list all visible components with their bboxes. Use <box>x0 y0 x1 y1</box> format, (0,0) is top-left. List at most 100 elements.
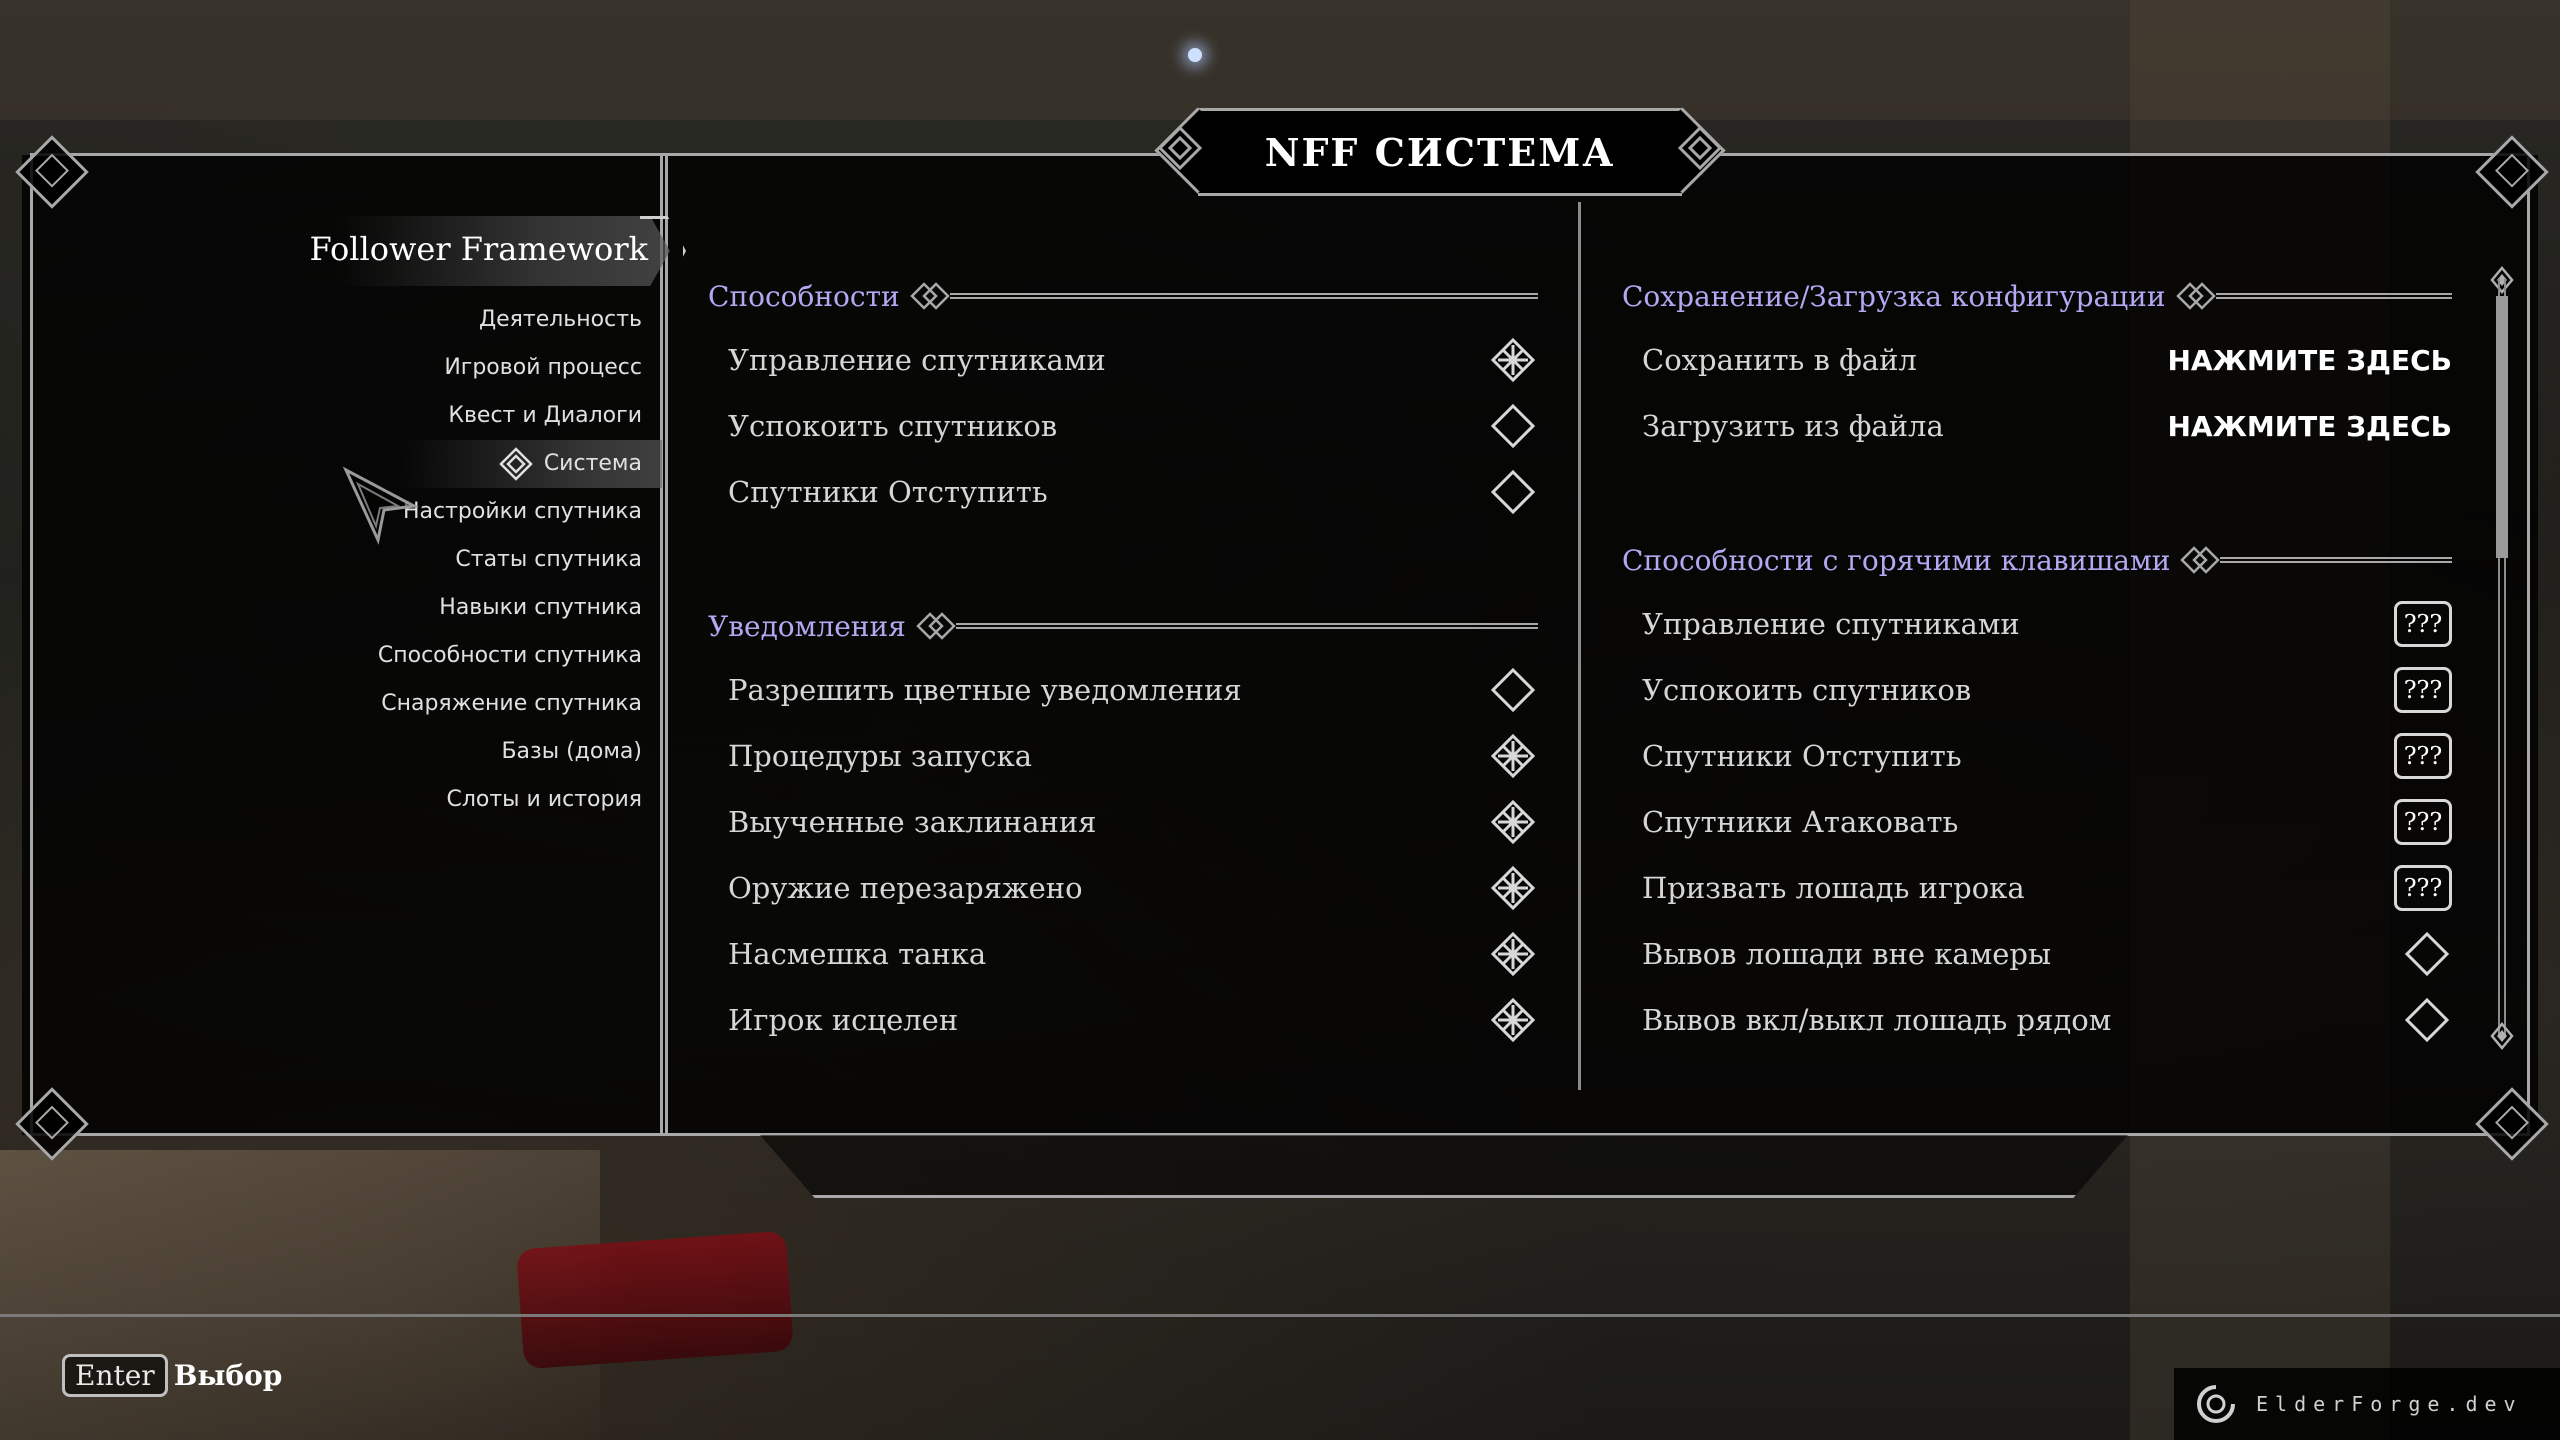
section-header-rule <box>955 623 1538 629</box>
load-from-file-button[interactable]: НАЖМИТЕ ЗДЕСЬ <box>2168 410 2453 443</box>
setting-row[interactable]: Спутники Отступить <box>728 464 1538 520</box>
sidebar-item-label: Статы спутника <box>455 547 642 572</box>
toggle-unchecked-icon[interactable] <box>2402 929 2452 979</box>
sidebar-item-label: Квест и Диалоги <box>448 403 642 428</box>
sidebar-divider <box>660 155 668 1133</box>
setting-label: Разрешить цветные уведомления <box>728 673 1242 707</box>
toggle-checked-icon[interactable] <box>1488 731 1538 781</box>
setting-row[interactable]: Вывов вкл/выкл лошадь рядом <box>1642 992 2452 1048</box>
save-to-file-button[interactable]: НАЖМИТЕ ЗДЕСЬ <box>2168 344 2453 377</box>
mod-title[interactable]: Follower Framework <box>310 230 648 268</box>
sidebar-item-slots-history[interactable]: Слоты и история <box>378 776 642 824</box>
select-hint[interactable]: Enter Выбор <box>62 1354 282 1397</box>
sidebar-item-quest-dialogue[interactable]: Квест и Диалоги <box>378 392 642 440</box>
toggle-checked-icon[interactable] <box>1488 995 1538 1045</box>
panel-left-border <box>30 153 33 1136</box>
hotkey-binding[interactable]: ??? <box>2394 667 2452 713</box>
sidebar-item-label: Настройки спутника <box>402 499 642 524</box>
setting-row[interactable]: Успокоить спутников <box>728 398 1538 454</box>
setting-row[interactable]: Управление спутниками ??? <box>1642 596 2452 652</box>
setting-row[interactable]: Спутники Отступить ??? <box>1642 728 2452 784</box>
sidebar-item-label: Деятельность <box>478 307 642 332</box>
knot-ornament-icon <box>1677 125 1723 171</box>
sidebar-item-label: Способности спутника <box>377 643 642 668</box>
section-header-label: Способности с горячими клавишами <box>1622 543 2171 577</box>
panel-bottom-tab <box>760 1135 2128 1198</box>
setting-label: Спутники Отступить <box>1642 739 1962 773</box>
toggle-checked-icon[interactable] <box>1488 335 1538 385</box>
select-label: Выбор <box>173 1359 283 1392</box>
sidebar-menu: Деятельность Игровой процесс Квест и Диа… <box>378 296 662 824</box>
setting-row[interactable]: Вывов лошади вне камеры <box>1642 926 2452 982</box>
sidebar-item-follower-skills[interactable]: Навыки спутника <box>378 584 642 632</box>
watermark: ElderForge.dev <box>2174 1368 2560 1440</box>
toggle-unchecked-icon[interactable] <box>1488 467 1538 517</box>
sidebar-item-activity[interactable]: Деятельность <box>378 296 642 344</box>
scroll-down-arrow-icon[interactable] <box>2488 1022 2516 1050</box>
toggle-checked-icon[interactable] <box>1488 863 1538 913</box>
setting-row[interactable]: Загрузить из файла НАЖМИТЕ ЗДЕСЬ <box>1642 398 2452 454</box>
toggle-checked-icon[interactable] <box>1488 929 1538 979</box>
setting-label: Загрузить из файла <box>1642 409 1944 443</box>
setting-label: Спутники Отступить <box>728 475 1048 509</box>
setting-row[interactable]: Призвать лошадь игрока ??? <box>1642 860 2452 916</box>
section-header-label: Способности <box>708 279 900 313</box>
sidebar-item-follower-abilities[interactable]: Способности спутника <box>378 632 642 680</box>
setting-row[interactable]: Насмешка танка <box>728 926 1538 982</box>
sidebar-item-label: Снаряжение спутника <box>381 691 642 716</box>
knot-ornament-icon <box>1157 125 1203 171</box>
hotkey-binding[interactable]: ??? <box>2394 799 2452 845</box>
hotkey-binding[interactable]: ??? <box>2394 601 2452 647</box>
knot-ornament-icon <box>2175 282 2216 310</box>
setting-label: Управление спутниками <box>1642 607 2020 641</box>
toggle-unchecked-icon[interactable] <box>2402 995 2452 1045</box>
setting-row[interactable]: Успокоить спутников ??? <box>1642 662 2452 718</box>
section-header-abilities: Способности <box>708 276 1538 316</box>
setting-label: Успокоить спутников <box>1642 673 1972 707</box>
setting-row[interactable]: Разрешить цветные уведомления <box>728 662 1538 718</box>
section-header-rule <box>2215 293 2452 299</box>
setting-row[interactable]: Сохранить в файл НАЖМИТЕ ЗДЕСЬ <box>1642 332 2452 388</box>
setting-label: Спутники Атаковать <box>1642 805 1959 839</box>
setting-label: Вывов вкл/выкл лошадь рядом <box>1642 1003 2112 1037</box>
sidebar-item-label: Навыки спутника <box>439 595 642 620</box>
knot-selected-icon <box>499 447 533 481</box>
setting-row[interactable]: Оружие перезаряжено <box>728 860 1538 916</box>
toggle-checked-icon[interactable] <box>1488 797 1538 847</box>
column-divider <box>1578 202 1581 1090</box>
setting-label: Процедуры запуска <box>728 739 1033 773</box>
setting-label: Выученные заклинания <box>728 805 1097 839</box>
knot-ornament-icon <box>909 282 950 310</box>
setting-label: Успокоить спутников <box>728 409 1058 443</box>
setting-row[interactable]: Спутники Атаковать ??? <box>1642 794 2452 850</box>
sidebar-item-follower-equipment[interactable]: Снаряжение спутника <box>378 680 642 728</box>
sidebar-item-label: Игровой процесс <box>444 355 642 380</box>
hotkey-binding[interactable]: ??? <box>2394 733 2452 779</box>
sidebar-item-label: Система <box>543 451 642 476</box>
setting-label: Вывов лошади вне камеры <box>1642 937 2052 971</box>
background-light <box>1188 48 1202 62</box>
section-header-rule <box>949 293 1538 299</box>
setting-row[interactable]: Процедуры запуска <box>728 728 1538 784</box>
setting-row[interactable]: Игрок исцелен <box>728 992 1538 1048</box>
toggle-unchecked-icon[interactable] <box>1488 401 1538 451</box>
setting-row[interactable]: Выученные заклинания <box>728 794 1538 850</box>
section-header-label: Уведомления <box>708 609 906 643</box>
panel-right-border <box>2527 153 2530 1136</box>
section-header-label: Сохранение/Загрузка конфигурации <box>1622 279 2166 313</box>
background-pillow <box>516 1230 794 1370</box>
sidebar-item-label: Базы (дома) <box>501 739 642 764</box>
toggle-unchecked-icon[interactable] <box>1488 665 1538 715</box>
sidebar-item-label: Слоты и история <box>446 787 642 812</box>
sidebar-item-system[interactable]: Система <box>402 440 662 488</box>
mouse-cursor-icon <box>342 466 419 545</box>
hotkey-binding[interactable]: ??? <box>2394 865 2452 911</box>
setting-label: Сохранить в файл <box>1642 343 1917 377</box>
section-header-rule <box>2220 557 2452 563</box>
scrollbar-thumb[interactable] <box>2496 296 2508 558</box>
setting-row[interactable]: Управление спутниками <box>728 332 1538 388</box>
section-header-hotkeys: Способности с горячими клавишами <box>1622 540 2452 580</box>
sidebar-item-homes[interactable]: Базы (дома) <box>378 728 642 776</box>
setting-label: Оружие перезаряжено <box>728 871 1083 905</box>
sidebar-item-gameplay[interactable]: Игровой процесс <box>378 344 642 392</box>
